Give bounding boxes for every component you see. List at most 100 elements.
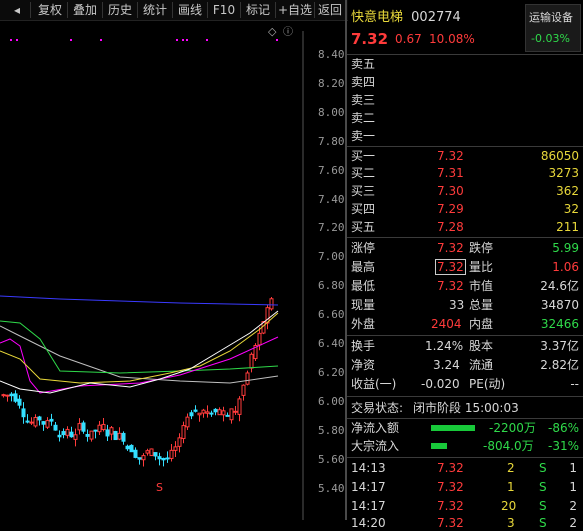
candle-body [69,431,74,438]
candle-body [213,408,218,413]
tick-price: 7.32 [437,480,464,494]
candle-body [217,409,222,416]
divider [347,457,583,458]
kline-chart[interactable]: ◇ ⓘ 8.40 8.20 8.00 7.80 7.60 7.40 7.20 7.00 6.80… [0,21,345,520]
ask-label: 卖一 [351,129,376,143]
button-f10[interactable]: F10 [208,2,241,18]
candle-body [61,431,66,436]
candle-body [205,411,210,414]
bid-label: 买二 [351,166,376,180]
outer-label: 外盘 [351,317,376,331]
button-mark[interactable]: 标记 [241,2,276,18]
candle-body [57,434,62,438]
inner-label: 内盘 [469,317,494,331]
candle-body [89,430,94,440]
sector-box[interactable]: 运输设备 -0.03% [525,4,581,52]
candle-body [29,421,34,424]
tick-count: 1 [569,461,577,475]
tick-time: 14:20 [351,516,386,530]
y-axis-label: 7.40 [318,192,345,206]
tick-count: 2 [569,516,577,530]
button-statistics[interactable]: 统计 [138,2,173,18]
sector-change: -0.03% [531,32,570,45]
eps-value: -0.020 [421,377,460,391]
button-add-watchlist[interactable]: +自选 [276,2,315,18]
button-overlay[interactable]: 叠加 [68,2,103,18]
y-axis-label: 7.20 [318,221,345,235]
y-axis-label: 8.00 [318,105,345,119]
total-vol-label: 总量 [469,298,494,312]
bid-price: 7.28 [437,220,464,234]
candle-body [5,394,10,397]
candle-body [125,445,130,450]
button-history[interactable]: 历史 [103,2,138,18]
ask-label: 卖五 [351,57,376,71]
bid-price: 7.31 [437,166,464,180]
candle-body [117,432,122,440]
candle-body [93,429,98,432]
last-price: 7.32 [351,30,389,48]
tick-price: 7.32 [437,516,464,530]
stock-name: 快意电梯 [351,10,404,25]
flow-pct: -31% [547,439,579,453]
outer-value: 2404 [431,317,462,331]
button-restore-rights[interactable]: 复权 [33,2,68,18]
trade-status: 交易状态: 闭市阶段 15:00:03 [347,400,583,416]
turnover-label: 换手 [351,339,376,353]
ma5-line [0,310,279,394]
candle-body [53,424,58,431]
y-axis-label: 8.40 [318,48,345,61]
candle-body [229,408,234,421]
float-label: 流通 [469,358,494,372]
status-value: 闭市阶段 15:00:03 [413,401,519,415]
event-dot [10,39,12,41]
bid-volume: 32 [563,202,579,216]
bid-label: 买五 [351,220,376,234]
candle-body [33,417,38,427]
signal-marker: S [156,481,163,494]
info-icon: ⓘ [283,26,293,38]
candle-body [221,410,226,416]
cur-vol-label: 现量 [351,298,376,312]
button-back[interactable]: 返回 [314,2,346,18]
candle-body [17,398,22,406]
tick-row: 14:17 7.32 1 S 1 [347,479,583,495]
event-dot [186,39,188,41]
status-label: 交易状态: [351,401,404,415]
bid-price: 7.32 [437,149,464,163]
candle-body [241,384,246,396]
y-axis-label: 7.00 [318,250,345,264]
divider [347,335,583,336]
event-dot [276,39,278,41]
candle-body [265,307,270,324]
price-change-pct: 10.08% [429,32,475,46]
flow-value: -804.0万 [483,439,534,453]
limit-down-value: 5.99 [552,241,579,255]
toolbar-scroll-left[interactable]: ◂ [4,2,31,18]
candle-body [41,421,46,425]
share-cap-value: 3.37亿 [540,339,579,353]
pe-label: PE(动) [469,377,506,391]
candle-body [97,424,102,433]
event-dot [70,39,72,41]
candle-body [49,418,54,422]
event-dot [182,39,184,41]
tick-row: 14:13 7.32 2 S 1 [347,460,583,476]
divider [347,237,583,238]
nav-label: 净资 [351,358,376,372]
candle-body [81,422,86,432]
candle-body [237,398,242,415]
candle-body [45,420,50,428]
tick-volume: 1 [507,480,515,494]
candle-body [149,448,154,457]
ask-row-5: 卖五 [347,56,583,72]
button-draw-line[interactable]: 画线 [173,2,208,18]
tick-time: 14:17 [351,480,386,494]
candle-body [153,452,158,457]
candle-body [165,457,170,460]
candle-body [161,457,166,461]
mkt-cap-value: 24.6亿 [540,279,579,293]
vol-ratio-label: 量比 [469,260,494,274]
flow-bar [431,425,475,431]
y-axis-label: 5.80 [318,423,345,437]
